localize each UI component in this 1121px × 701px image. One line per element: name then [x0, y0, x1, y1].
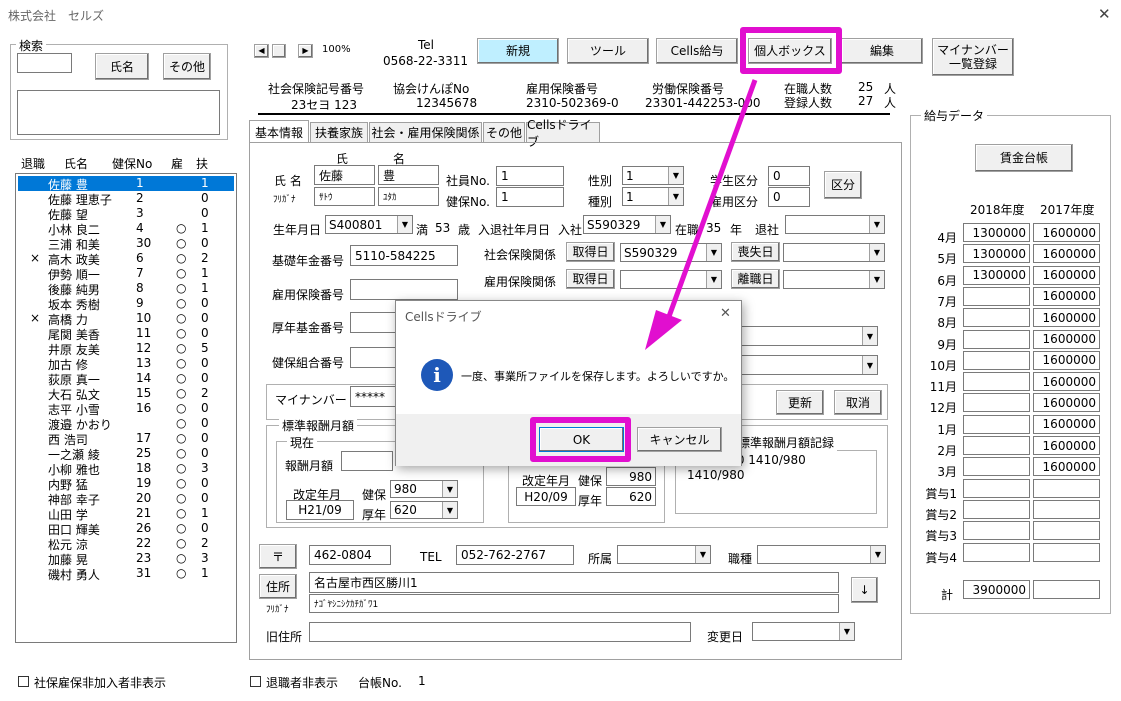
arrow-line [664, 79, 758, 323]
arrow-head-icon [645, 310, 682, 350]
highlight-arrow [645, 79, 758, 350]
